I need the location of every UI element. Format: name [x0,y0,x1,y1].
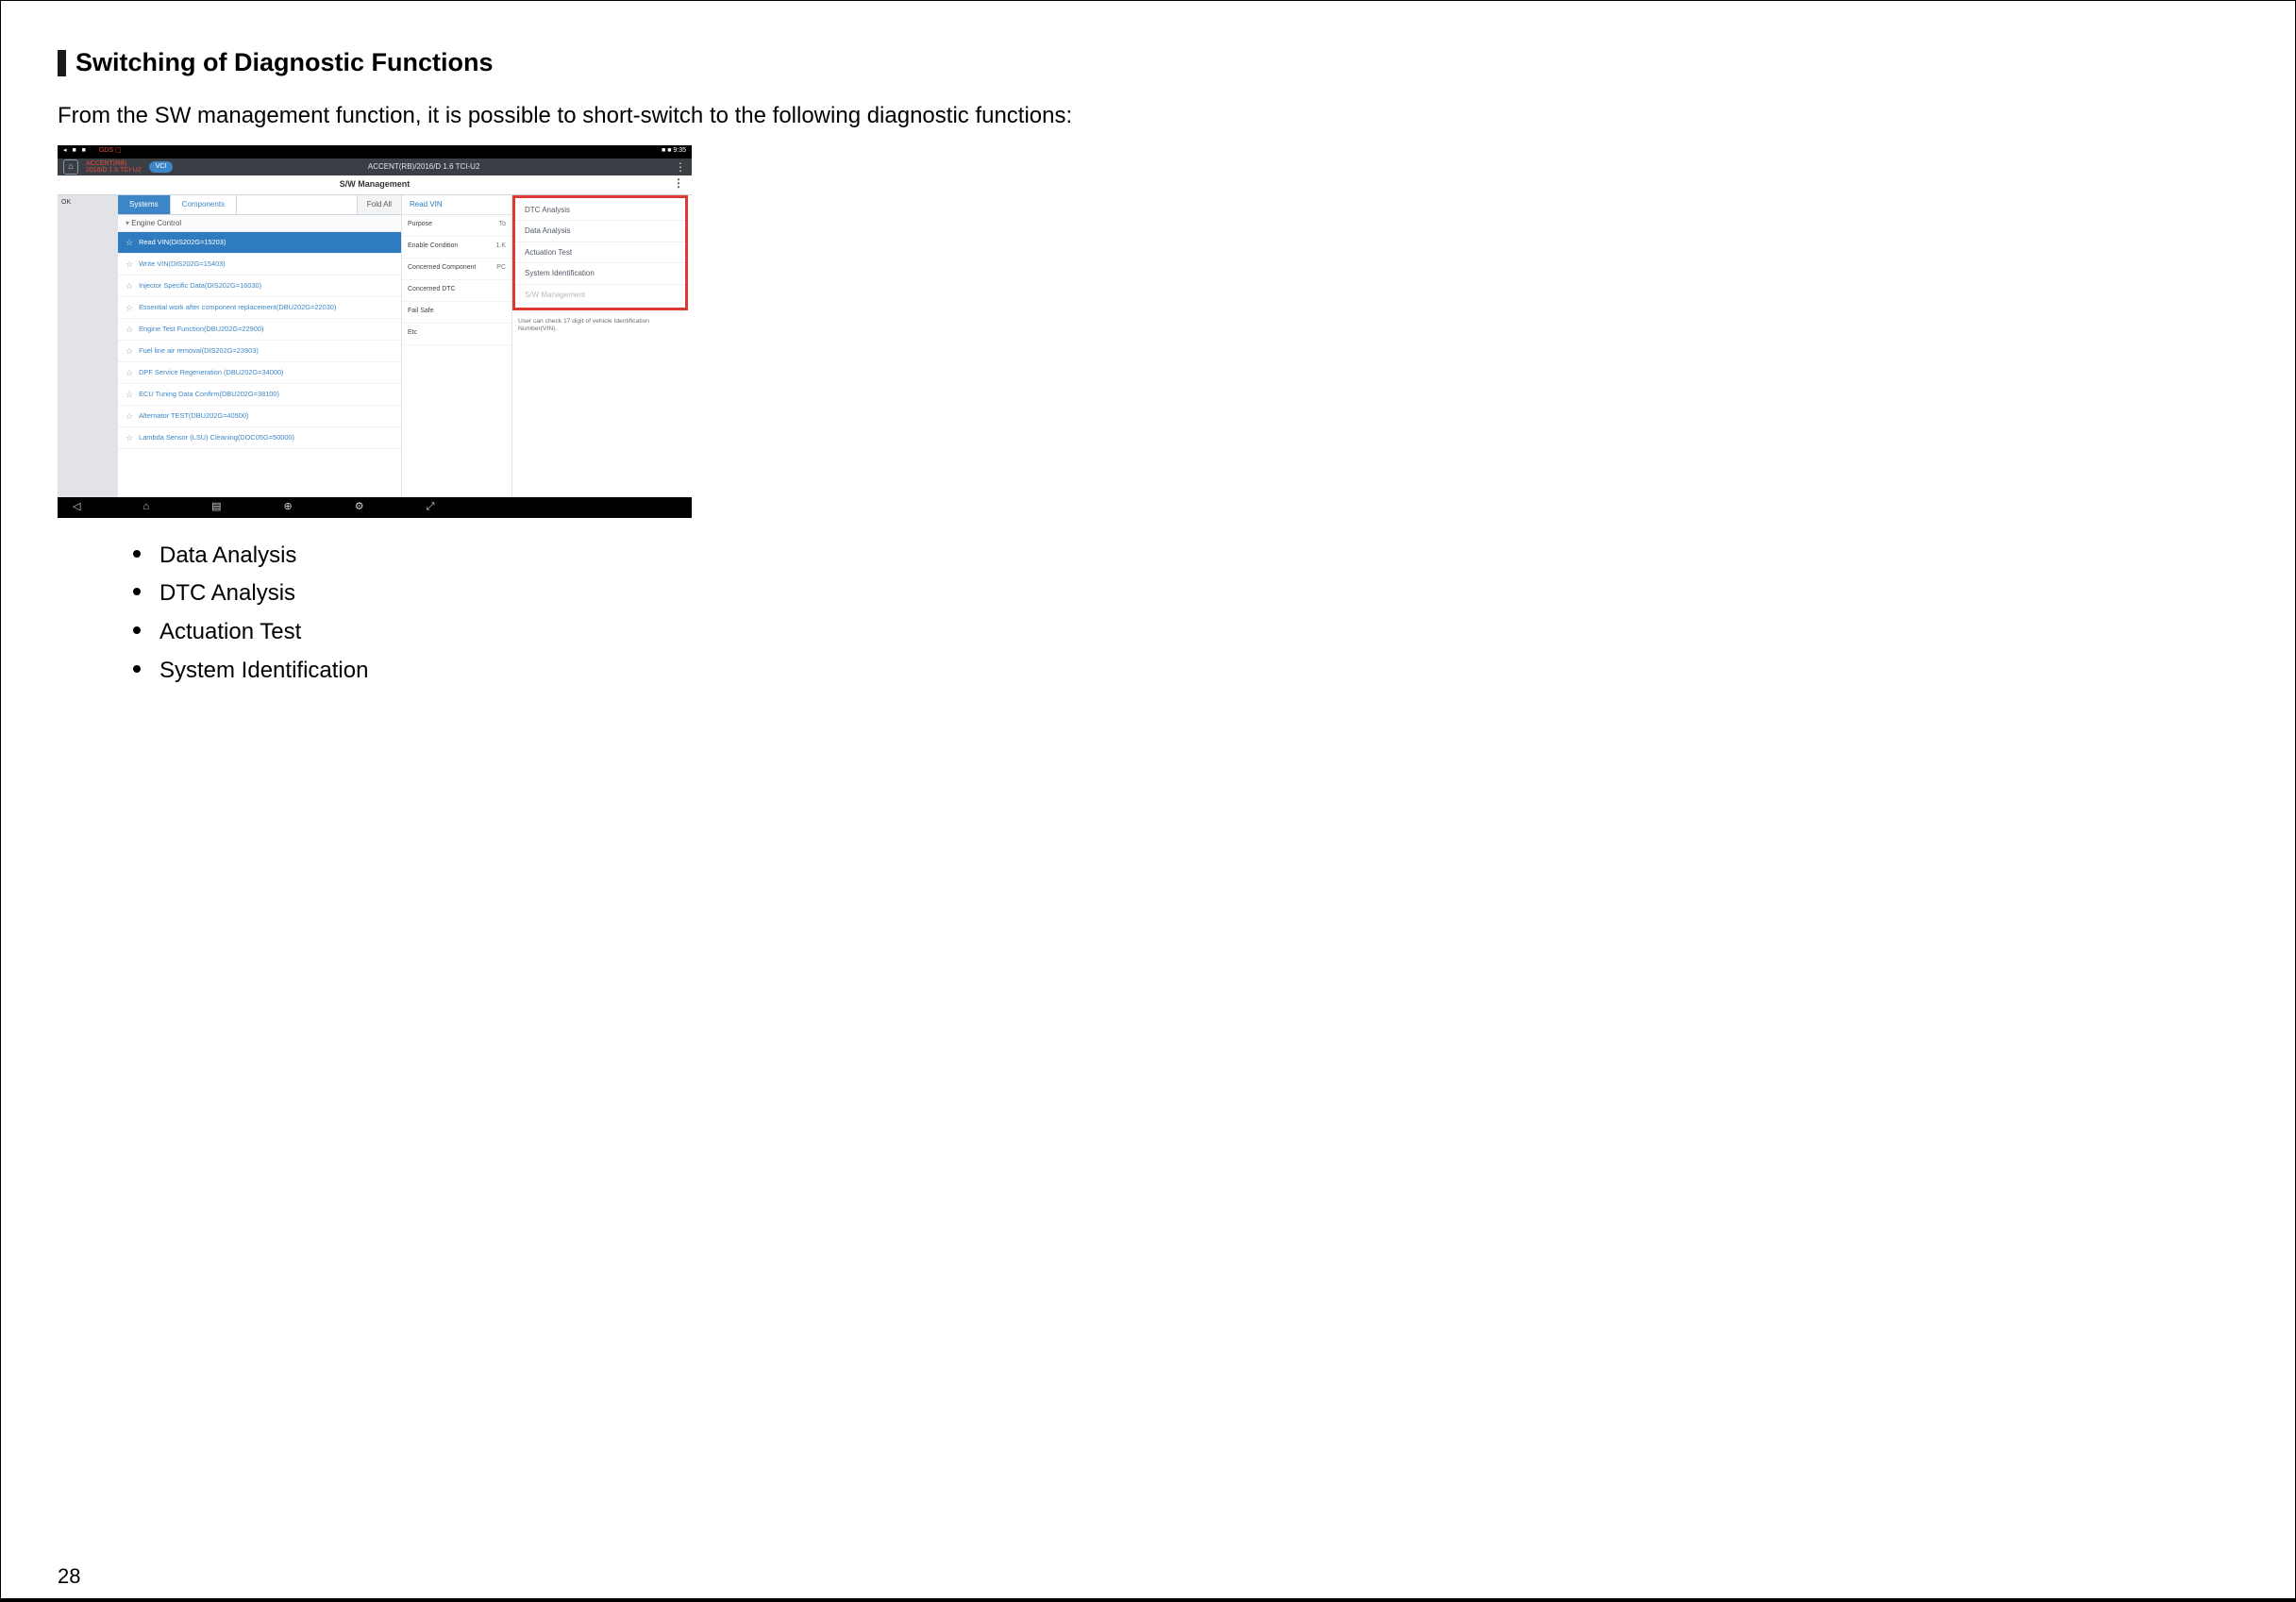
page-number: 28 [58,1564,80,1589]
detail-panel: Read VIN PurposeTo Enable Condition1.K C… [402,195,512,497]
star-icon: ☆ [126,433,133,443]
menu-item-dtc-analysis[interactable]: DTC Analysis [515,200,685,222]
menu-item-system-identification[interactable]: System Identification [515,263,685,285]
star-icon: ☆ [126,411,133,422]
status-bar: ◂ ■ ■ GDS ▢ ■ ■ 9:35 [58,145,692,159]
intro-paragraph: From the SW management function, it is p… [58,94,1520,138]
menu-item-data-analysis[interactable]: Data Analysis [515,221,685,242]
menu-item-actuation-test[interactable]: Actuation Test [515,242,685,264]
list-item[interactable]: ☆Write VIN(DIS202G=15403) [118,254,401,275]
list-item[interactable]: ☆ECU Tuning Data Confirm(DBU202G=38100) [118,384,401,406]
document-page: Switching of Diagnostic Functions From t… [0,0,2296,1602]
bullet-item: DTC Analysis [133,575,2238,613]
tab-systems[interactable]: Systems [118,195,171,214]
shortcut-menu-highlight: DTC Analysis Data Analysis Actuation Tes… [512,195,688,310]
list-item[interactable]: ☆Engine Test Function(DBU202G=22900) [118,319,401,341]
nav-settings-icon[interactable]: ⚙ [355,501,364,513]
section-title-text: Switching of Diagnostic Functions [75,48,494,77]
sw-management-header: S/W Management ⋮ [58,175,692,195]
star-icon: ☆ [126,259,133,270]
nav-back-icon[interactable]: ◁ [73,501,80,513]
header-menu-icon[interactable]: ⋮ [673,177,684,189]
nav-add-icon[interactable]: ⊕ [284,501,293,513]
detail-row: Concerned DTC [402,280,511,302]
sw-management-title: S/W Management [340,179,411,190]
bullet-item: System Identification [133,652,2238,691]
status-icon: ◂ [63,147,67,154]
list-item[interactable]: ☆Read VIN(DIS202G=15203) [118,232,401,254]
list-item[interactable]: ☆Lambda Sensor (LSU) Cleaning(DOC05G=500… [118,427,401,449]
screenshot-body: OK Systems Components Fold All Engine Co… [58,195,692,497]
menu-item-sw-management[interactable]: S/W Management [515,285,685,306]
vehicle-title: ACCENT(RB)/2016/D 1.6 TCI-U2 [368,162,480,172]
tab-components[interactable]: Components [171,195,237,214]
nav-home-icon[interactable]: ⌂ [142,501,149,513]
nav-list-icon[interactable]: ▤ [211,501,221,513]
left-panel: OK [58,195,118,497]
list-item[interactable]: ☆Injector Specific Data(DIS202G=16030) [118,275,401,297]
nav-fullscreen-icon[interactable]: ⤢ [427,501,435,513]
list-item[interactable]: ☆Fuel line air removal(DIS202G=23903) [118,341,401,362]
bullet-item: Actuation Test [133,613,2238,652]
list-item[interactable]: ☆Alternator TEST(DBU202G=40500) [118,406,401,427]
star-icon: ☆ [126,238,133,248]
status-icon: ■ [72,147,75,154]
section-title: Switching of Diagnostic Functions [58,48,2238,77]
star-icon: ☆ [126,303,133,313]
fold-all-button[interactable]: Fold All [357,195,401,214]
vci-badge: VCI [149,161,174,173]
ok-label: OK [61,199,71,206]
group-header[interactable]: Engine Control [118,215,401,233]
app-titlebar: ⌂ ACCENT(RB) 2016/D 1.6 TCI-U2 VCI ACCEN… [58,159,692,175]
detail-row: Concerned ComponentPC [402,259,511,280]
detail-row: PurposeTo [402,215,511,237]
vehicle-tag: ACCENT(RB) 2016/D 1.6 TCI-U2 [86,160,142,174]
help-text: User can check 17 digit of vehicle Ident… [512,316,692,335]
shortcut-menu-panel: DTC Analysis Data Analysis Actuation Tes… [512,195,692,497]
star-icon: ☆ [126,281,133,292]
star-icon: ☆ [126,368,133,378]
home-icon[interactable]: ⌂ [63,159,78,175]
list-item[interactable]: ☆DPF Service Regeneration (DBU202G=34000… [118,362,401,384]
function-list-panel: Systems Components Fold All Engine Contr… [118,195,402,497]
embedded-screenshot: ◂ ■ ■ GDS ▢ ■ ■ 9:35 ⌂ ACCENT(RB) 2016/D… [58,145,692,518]
star-icon: ☆ [126,390,133,400]
detail-header: Read VIN [402,195,511,215]
star-icon: ☆ [126,325,133,335]
status-right: ■ ■ 9:35 [658,147,686,155]
detail-row: Fail Safe [402,302,511,324]
function-list: ☆Read VIN(DIS202G=15203) ☆Write VIN(DIS2… [118,232,401,449]
detail-row: Etc [402,324,511,345]
star-icon: ☆ [126,346,133,357]
tabs-row: Systems Components Fold All [118,195,401,215]
status-icon: ■ [82,147,86,154]
status-clock: ■ ■ 9:35 [662,147,686,154]
title-bar-icon [58,50,66,76]
list-item[interactable]: ☆Essential work after component replacem… [118,297,401,319]
status-left: ◂ ■ ■ GDS ▢ [63,147,126,155]
detail-row: Enable Condition1.K [402,237,511,259]
bullet-list: Data Analysis DTC Analysis Actuation Tes… [133,537,2238,691]
status-app-red: GDS ▢ [99,147,122,154]
bottom-navbar: ◁ ⌂ ▤ ⊕ ⚙ ⤢ [58,497,692,518]
bullet-item: Data Analysis [133,537,2238,576]
